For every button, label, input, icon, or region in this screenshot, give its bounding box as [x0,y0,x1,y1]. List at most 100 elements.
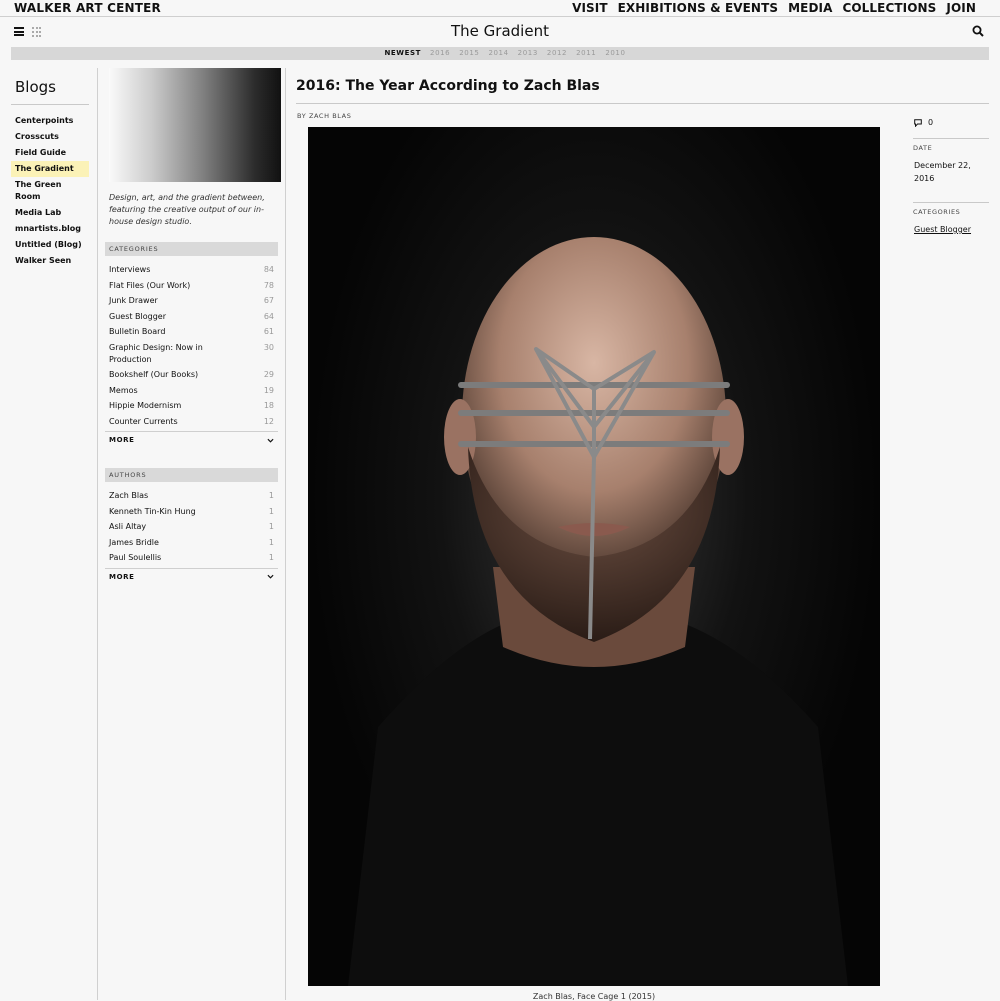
nav-join[interactable]: JOIN [946,1,976,15]
category-item[interactable]: Memos 19 [105,385,278,397]
sidebar-item-untitled-blog[interactable]: Untitled (Blog) [11,237,89,253]
authors-heading: AUTHORS [105,468,278,482]
year-item[interactable]: 2013 [518,47,538,60]
year-item[interactable]: 2014 [488,47,508,60]
sidebar-item-the-green-room[interactable]: The Green Room [11,177,89,205]
chevron-down-icon [267,574,274,579]
article-meta: 0 DATE December 22, 2016 CATEGORIES Gues… [913,118,989,253]
nav-media[interactable]: MEDIA [788,1,832,15]
top-bar: WALKER ART CENTER VISIT EXHIBITIONS & EV… [0,0,1000,17]
sidebar-item-media-lab[interactable]: Media Lab [11,205,89,221]
category-item[interactable]: Flat Files (Our Work) 78 [105,280,278,292]
category-name: Interviews [109,265,151,274]
sidebar-item-the-gradient[interactable]: The Gradient [11,161,89,177]
year-item[interactable]: 2016 [430,47,450,60]
chevron-down-icon [267,438,274,443]
gradient-banner [109,68,281,182]
year-item[interactable]: 2015 [459,47,479,60]
author-count: 1 [268,522,274,531]
blogs-sidebar: Blogs Centerpoints Crosscuts Field Guide… [11,68,98,1000]
sidebar-item-field-guide[interactable]: Field Guide [11,145,89,161]
category-count: 67 [263,296,274,305]
author-list: Zach Blas 1 Kenneth Tin-Kin Hung 1 Asli Al… [105,482,278,564]
author-name: Kenneth Tin-Kin Hung [109,506,196,516]
top-nav: VISIT EXHIBITIONS & EVENTS MEDIA COLLECT… [572,1,976,15]
author-name: Asli Altay [109,522,147,531]
category-item[interactable]: Interviews 84 [105,264,278,276]
blog-list: Centerpoints Crosscuts Field Guide The G… [11,113,97,269]
sidebar-item-crosscuts[interactable]: Crosscuts [11,129,89,145]
article-title: 2016: The Year According to Zach Blas [296,68,989,104]
category-item[interactable]: Bulletin Board 61 [105,326,278,338]
category-item[interactable]: Bookshelf (Our Books) 29 [105,369,278,381]
categories-heading: CATEGORIES [105,242,278,256]
category-name: Flat Files (Our Work) [109,280,191,290]
blog-title[interactable]: The Gradient [0,22,1000,40]
author-item[interactable]: James Bridle 1 [105,537,278,549]
article-date: December 22, 2016 [914,161,971,183]
author-count: 1 [268,491,274,500]
portrait-illustration [348,237,848,986]
more-label: MORE [109,572,135,581]
nav-collections[interactable]: COLLECTIONS [842,1,936,15]
nav-exhibitions-events[interactable]: EXHIBITIONS & EVENTS [618,1,778,15]
category-count: 18 [263,401,274,410]
year-newest[interactable]: NEWEST [384,47,421,60]
category-count: 78 [263,280,274,290]
category-count: 30 [263,342,274,352]
comment-icon [914,118,922,127]
category-name: Bookshelf (Our Books) [109,370,199,379]
year-item[interactable]: 2010 [605,47,625,60]
author-item[interactable]: Zach Blas 1 [105,490,278,502]
category-count: 12 [263,416,274,426]
article-photo[interactable] [308,127,880,986]
category-name: Bulletin Board [109,327,166,336]
authors-more-button[interactable]: MORE [105,567,278,585]
author-item[interactable]: Paul Soulellis 1 [105,552,278,564]
category-count: 29 [263,370,274,379]
search-icon[interactable] [972,25,984,37]
category-name: Junk Drawer [109,296,158,305]
year-item[interactable]: 2011 [576,47,596,60]
category-name: Memos [109,385,138,395]
blog-info-column: Design, art, and the gradient between, f… [105,68,281,605]
category-item[interactable]: Junk Drawer 67 [105,295,278,307]
sidebar-heading: Blogs [11,68,89,105]
category-name: Guest Blogger [109,311,167,321]
date-label: DATE [913,138,989,152]
category-count: 61 [263,327,274,336]
blog-description: Design, art, and the gradient between, f… [109,193,265,226]
category-item[interactable]: Hippie Modernism 18 [105,400,278,412]
category-name: Graphic Design: Now in Production [109,342,203,364]
author-name: Paul Soulellis [109,553,162,562]
category-item[interactable]: Graphic Design: Now in Production 30 [105,342,278,366]
blog-header: The Gradient [0,18,1000,45]
category-item[interactable]: Counter Currents 12 [105,416,278,428]
sidebar-item-centerpoints[interactable]: Centerpoints [11,113,89,129]
category-count: 19 [263,385,274,395]
comment-count-value: 0 [928,118,934,127]
nav-visit[interactable]: VISIT [572,1,608,15]
category-list: Interviews 84 Flat Files (Our Work) 78 Jun… [105,256,278,428]
author-item[interactable]: Asli Altay 1 [105,521,278,533]
sidebar-item-mnartists-blog[interactable]: mnartists.blog [11,221,89,237]
author-count: 1 [268,553,274,562]
author-name: James Bridle [109,537,159,547]
author-count: 1 [268,506,274,516]
year-filter-bar: NEWEST 2016 2015 2014 2013 2012 2011 201… [11,47,989,60]
year-item[interactable]: 2012 [547,47,567,60]
author-count: 1 [268,537,274,547]
category-item[interactable]: Guest Blogger 64 [105,311,278,323]
article-category-link[interactable]: Guest Blogger [914,223,989,236]
categories-more-button[interactable]: MORE [105,431,278,448]
article-byline[interactable]: BY ZACH BLAS [297,112,989,120]
more-label: MORE [109,436,135,444]
author-item[interactable]: Kenneth Tin-Kin Hung 1 [105,506,278,518]
categories-label: CATEGORIES [913,202,989,216]
category-count: 84 [263,265,274,274]
site-logo[interactable]: WALKER ART CENTER [14,1,161,15]
column-divider [285,68,286,1000]
comment-count[interactable]: 0 [913,118,989,127]
sidebar-item-walker-seen[interactable]: Walker Seen [11,253,89,269]
category-count: 64 [263,311,274,321]
